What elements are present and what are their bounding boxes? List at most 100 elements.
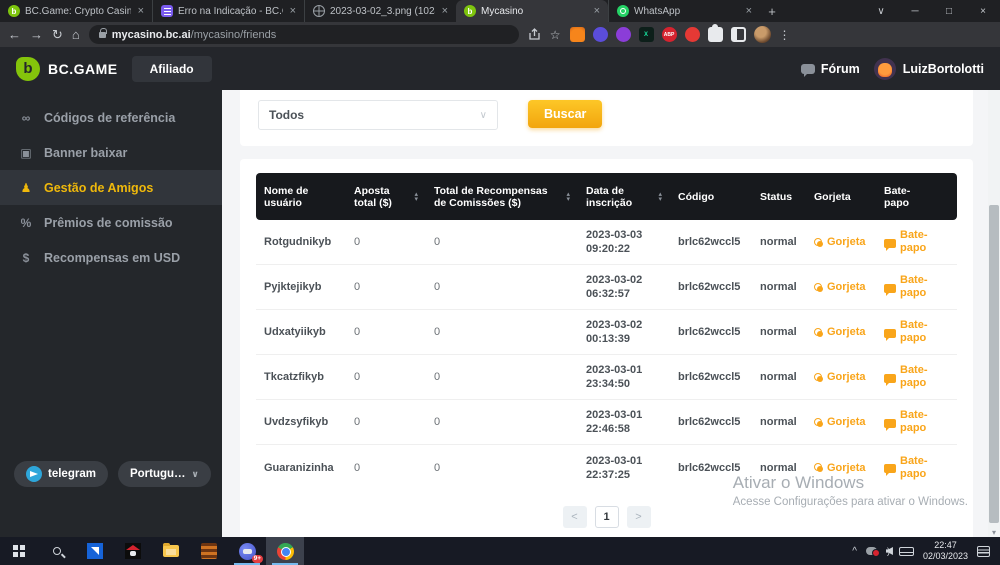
reload-icon[interactable]: ↻ bbox=[52, 28, 63, 41]
tip-button[interactable]: Gorjeta bbox=[814, 462, 868, 474]
chat-button[interactable]: Bate-papo bbox=[884, 319, 934, 345]
col-commission-rewards[interactable]: Total de Recompensas de Comissões ($) ▴▾ bbox=[426, 185, 578, 209]
affiliate-button[interactable]: Afiliado bbox=[132, 56, 212, 82]
x-extension-icon[interactable]: X bbox=[639, 27, 654, 42]
table-row: Guaranizinha 0 0 2023-03-0122:37:25 brlc… bbox=[256, 445, 957, 490]
taskbar-file-explorer[interactable] bbox=[152, 537, 190, 565]
sidebar-item-usd-rewards[interactable]: $ Recompensas em USD bbox=[0, 240, 222, 275]
action-center-icon[interactable] bbox=[977, 546, 990, 557]
scroll-down-icon[interactable]: ▾ bbox=[988, 528, 1000, 537]
user-avatar bbox=[874, 58, 896, 80]
chat-button[interactable]: Bate-papo bbox=[884, 455, 934, 481]
current-page[interactable]: 1 bbox=[595, 506, 619, 528]
window-close-button[interactable]: × bbox=[966, 0, 1000, 22]
start-button[interactable] bbox=[0, 537, 38, 565]
home-icon[interactable]: ⌂ bbox=[72, 28, 80, 41]
url-host: mycasino.bc.ai bbox=[112, 29, 191, 41]
tab-close-icon[interactable]: × bbox=[440, 5, 450, 17]
dollar-icon: $ bbox=[18, 251, 34, 265]
sidebar-item-commission-rewards[interactable]: % Prêmios de comissão bbox=[0, 205, 222, 240]
taskbar-search-button[interactable] bbox=[38, 537, 76, 565]
scrollbar-thumb[interactable] bbox=[989, 205, 999, 523]
back-icon[interactable]: ← bbox=[8, 28, 21, 41]
cell-username: Tkcatzfikyb bbox=[256, 371, 346, 383]
sort-icon[interactable]: ▴▾ bbox=[658, 192, 662, 202]
side-panel-icon[interactable] bbox=[731, 27, 746, 42]
tip-button[interactable]: Gorjeta bbox=[814, 281, 868, 293]
tip-button[interactable]: Gorjeta bbox=[814, 326, 868, 338]
chat-button[interactable]: Bate-papo bbox=[884, 229, 934, 255]
browser-profile-avatar[interactable] bbox=[754, 26, 771, 43]
chat-bubble-icon bbox=[884, 329, 896, 338]
sidebar-item-banner-download[interactable]: ▣ Banner baixar bbox=[0, 135, 222, 170]
affiliate-sidebar: ∞ Códigos de referência ▣ Banner baixar … bbox=[0, 90, 222, 537]
sort-icon[interactable]: ▴▾ bbox=[414, 192, 418, 202]
tray-expand-icon[interactable]: ^ bbox=[852, 546, 857, 557]
taskbar-app-gamebar[interactable]: 9+ bbox=[228, 537, 266, 565]
user-menu[interactable]: LuizBortolotti bbox=[874, 58, 984, 80]
blue-extension-icon[interactable] bbox=[593, 27, 608, 42]
new-tab-button[interactable]: + bbox=[760, 4, 784, 22]
chat-button[interactable]: Bate-papo bbox=[884, 274, 934, 300]
filter-select[interactable]: Todos ∨ bbox=[258, 100, 498, 130]
sidebar-item-label: Códigos de referência bbox=[44, 111, 175, 125]
taskbar-app-orange[interactable] bbox=[190, 537, 228, 565]
red-extension-icon[interactable] bbox=[685, 27, 700, 42]
tray-keyboard-icon[interactable] bbox=[899, 547, 914, 556]
bcgame-favicon-icon: b bbox=[8, 5, 20, 17]
metamask-extension-icon[interactable] bbox=[570, 27, 585, 42]
tray-network-icon[interactable] bbox=[866, 547, 877, 555]
adblock-extension-icon[interactable]: ABP bbox=[662, 27, 677, 42]
window-minimize-button[interactable]: ─ bbox=[898, 0, 932, 22]
sidebar-item-referral-codes[interactable]: ∞ Códigos de referência bbox=[0, 100, 222, 135]
tab-bcgame-casino[interactable]: b BC.Game: Crypto Casino Gan × bbox=[0, 0, 152, 22]
tip-button[interactable]: Gorjeta bbox=[814, 416, 868, 428]
tray-volume[interactable]: ) bbox=[886, 546, 890, 556]
chat-button[interactable]: Bate-papo bbox=[884, 409, 934, 435]
window-maximize-button[interactable]: □ bbox=[932, 0, 966, 22]
taskbar-chrome[interactable] bbox=[266, 537, 304, 565]
bcgame-logo[interactable]: b BC.GAME bbox=[16, 57, 118, 81]
tab-close-icon[interactable]: × bbox=[288, 5, 298, 17]
taskbar-clock[interactable]: 22:47 02/03/2023 bbox=[923, 540, 968, 562]
taskbar-app-dark[interactable] bbox=[114, 537, 152, 565]
col-signup-date[interactable]: Data de inscrição ▴▾ bbox=[578, 185, 670, 209]
taskbar-app-anydesk[interactable] bbox=[76, 537, 114, 565]
url-bar[interactable]: mycasino.bc.ai/mycasino/friends bbox=[89, 25, 519, 44]
sort-icon[interactable]: ▴▾ bbox=[566, 192, 570, 202]
page-scrollbar[interactable]: ▾ bbox=[988, 90, 1000, 537]
table-row: Pyjktejikyb 0 0 2023-03-0206:32:57 brlc6… bbox=[256, 265, 957, 310]
browser-menu-icon[interactable]: ⋮ bbox=[779, 28, 791, 42]
tab-close-icon[interactable]: × bbox=[744, 5, 754, 17]
cell-status: normal bbox=[752, 326, 806, 338]
next-page-button[interactable]: > bbox=[627, 506, 651, 528]
tab-png-image[interactable]: 2023-03-02_3.png (1024×76 × bbox=[304, 0, 456, 22]
sidebar-item-friends-management[interactable]: ♟ Gestão de Amigos bbox=[0, 170, 222, 205]
tab-title: Mycasino bbox=[481, 6, 587, 17]
tab-close-icon[interactable]: × bbox=[136, 5, 146, 17]
tab-search-chevron-icon[interactable]: ∨ bbox=[864, 0, 898, 22]
col-total-bet[interactable]: Aposta total ($) ▴▾ bbox=[346, 185, 426, 209]
cell-code: brlc62wccl5 bbox=[670, 326, 752, 338]
tip-button[interactable]: Gorjeta bbox=[814, 371, 868, 383]
forward-icon[interactable]: → bbox=[30, 28, 43, 41]
tip-button[interactable]: Gorjeta bbox=[814, 236, 868, 248]
bookmark-star-icon[interactable]: ☆ bbox=[550, 28, 561, 42]
table-row: Uvdzsyfikyb 0 0 2023-03-0122:46:58 brlc6… bbox=[256, 400, 957, 445]
cell-status: normal bbox=[752, 416, 806, 428]
tab-whatsapp[interactable]: WhatsApp × bbox=[608, 0, 760, 22]
telegram-button[interactable]: telegram bbox=[14, 461, 108, 487]
forum-link[interactable]: Fórum bbox=[801, 62, 860, 76]
page-url[interactable]: mycasino.bc.ai/mycasino/friends bbox=[112, 29, 276, 41]
prev-page-button[interactable]: < bbox=[563, 506, 587, 528]
share-icon[interactable] bbox=[528, 28, 541, 41]
language-selector[interactable]: Portugu… ∨ bbox=[118, 461, 211, 487]
search-button[interactable]: Buscar bbox=[528, 100, 602, 128]
col-status: Status bbox=[752, 191, 806, 203]
puzzle-extensions-icon[interactable] bbox=[708, 27, 723, 42]
purple-extension-icon[interactable] bbox=[616, 27, 631, 42]
tab-erro-indicacao[interactable]: Erro na Indicação - BC.Game × bbox=[152, 0, 304, 22]
tab-mycasino-active[interactable]: b Mycasino × bbox=[456, 0, 608, 22]
chat-button[interactable]: Bate-papo bbox=[884, 364, 934, 390]
tab-close-icon[interactable]: × bbox=[592, 5, 602, 17]
